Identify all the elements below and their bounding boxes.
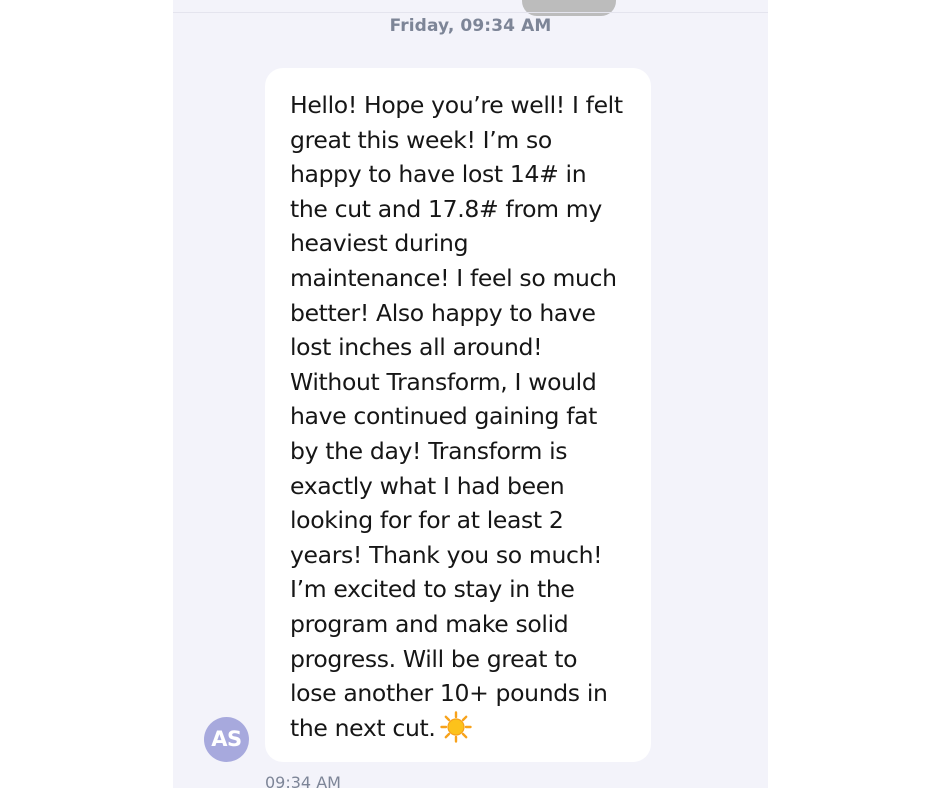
message-line: by the day! Transform is (290, 436, 568, 465)
message-line: lost inches all around! (290, 333, 543, 362)
message-line: better! Also happy to have (290, 298, 596, 327)
message-line: program and make solid (290, 609, 569, 638)
sun-icon (439, 710, 472, 743)
message-line: happy to have lost 14# in (290, 160, 587, 189)
message-line: great this week! I’m so (290, 125, 552, 154)
message-bubble[interactable]: Hello! Hope you’re well! I felt great th… (265, 68, 651, 762)
message-line: I’m excited to stay in the (290, 575, 575, 604)
date-header: Friday, 09:34 AM (389, 16, 552, 36)
message-line: exactly what I had been (290, 471, 565, 500)
message-line: have continued gaining fat (290, 402, 598, 431)
message-line: looking for for at least 2 (290, 506, 564, 535)
message-line: maintenance! I feel so much (290, 263, 617, 292)
message-line: the next cut. (290, 713, 436, 742)
message-text: Hello! Hope you’re well! I felt great th… (290, 88, 641, 745)
message-timestamp: 09:34 AM (265, 773, 341, 788)
message-line: Without Transform, I would (290, 367, 597, 396)
drag-handle[interactable] (522, 0, 616, 16)
message-line: heaviest during (290, 229, 469, 258)
message-line: Hello! Hope you’re well! I felt (290, 91, 623, 119)
avatar[interactable]: AS (204, 717, 249, 762)
message-line: progress. Will be great to (290, 644, 578, 673)
message-line: years! Thank you so much! (290, 540, 603, 569)
header-divider (173, 12, 768, 13)
conversation-panel[interactable]: Friday, 09:34 AM Hello! Hope you’re well… (173, 0, 768, 788)
message-line: lose another 10+ pounds in (290, 679, 608, 708)
message-line: the cut and 17.8# from my (290, 194, 602, 223)
